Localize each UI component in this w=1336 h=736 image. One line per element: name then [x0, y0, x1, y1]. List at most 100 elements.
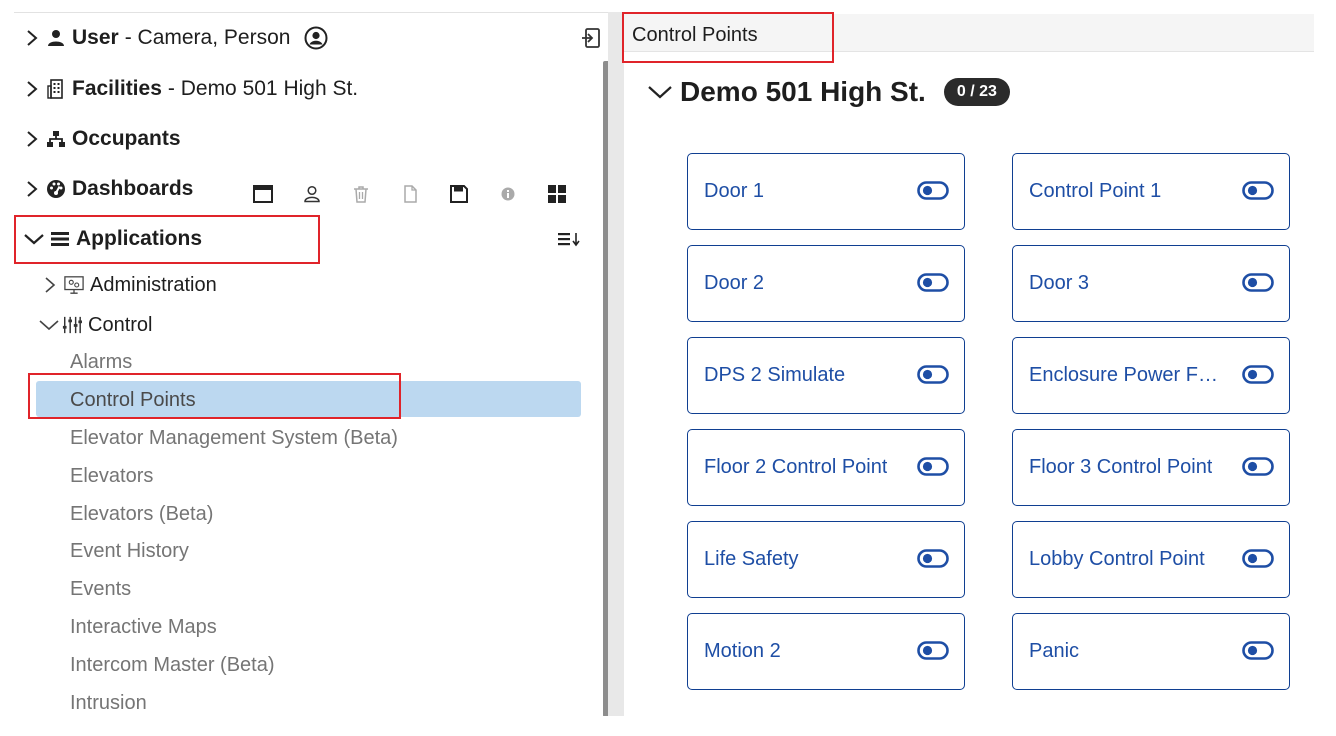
- tree-item-interactive-maps[interactable]: Interactive Maps: [70, 612, 217, 642]
- facility-group-title: Demo 501 High St.: [680, 76, 926, 107]
- gauge-icon: [46, 179, 66, 199]
- toggle-icon[interactable]: [917, 365, 949, 384]
- facility-group-header[interactable]: Demo 501 High St. 0 / 23: [648, 74, 1010, 110]
- count-badge: 0 / 23: [943, 78, 1010, 106]
- control-point-card[interactable]: Enclosure Power F…: [1012, 337, 1290, 414]
- exit-panel-button[interactable]: [580, 27, 602, 49]
- control-point-card[interactable]: Door 1: [687, 153, 965, 230]
- tree-item-elevators[interactable]: Elevators: [70, 461, 153, 491]
- control-point-label: Motion 2: [704, 640, 781, 662]
- tree-item-elevators-beta[interactable]: Elevators (Beta): [70, 499, 213, 529]
- toggle-icon[interactable]: [917, 457, 949, 476]
- highlight-box-control-points: [28, 373, 401, 419]
- control-point-label: Door 1: [704, 180, 765, 202]
- control-point-card[interactable]: Door 2: [687, 245, 965, 322]
- tree-item-intrusion[interactable]: Intrusion: [70, 688, 147, 716]
- tree-item-user-detail: - Camera, Person: [124, 26, 291, 49]
- panel-divider[interactable]: [608, 12, 624, 716]
- control-point-card[interactable]: Panic: [1012, 613, 1290, 690]
- save-button[interactable]: [446, 181, 472, 207]
- exit-icon: [582, 28, 600, 48]
- info-icon: [501, 187, 515, 201]
- tree-item-administration[interactable]: Administration: [42, 270, 217, 300]
- person-outline-icon: [304, 185, 320, 203]
- copy-button[interactable]: [397, 181, 423, 207]
- control-point-label: Life Safety: [704, 548, 799, 570]
- control-point-label: Door 3: [1029, 272, 1090, 294]
- chevron-right-icon[interactable]: [42, 277, 58, 293]
- user-circle-icon: [304, 26, 328, 50]
- person-icon: [46, 28, 66, 48]
- window-icon: [253, 185, 273, 203]
- toggle-icon[interactable]: [1242, 365, 1274, 384]
- copy-icon: [404, 185, 417, 203]
- sliders-icon: [62, 315, 82, 335]
- chevron-down-icon[interactable]: [648, 85, 672, 99]
- chevron-right-icon[interactable]: [24, 30, 40, 46]
- admin-monitor-icon: [64, 275, 84, 295]
- tree-item-control-label: Control: [88, 313, 153, 336]
- toggle-icon[interactable]: [917, 273, 949, 292]
- tree-item-user[interactable]: User - Camera, Person: [24, 23, 328, 53]
- toggle-icon[interactable]: [917, 181, 949, 200]
- org-chart-icon: [46, 129, 66, 149]
- control-point-card[interactable]: Door 3: [1012, 245, 1290, 322]
- grid-icon: [548, 185, 566, 203]
- tree-item-control[interactable]: Control: [38, 310, 152, 340]
- control-point-label: Door 2: [704, 272, 765, 294]
- tree-item-facilities[interactable]: Facilities - Demo 501 High St.: [24, 74, 358, 104]
- chevron-down-icon[interactable]: [38, 317, 60, 333]
- toggle-icon[interactable]: [1242, 273, 1274, 292]
- control-point-card[interactable]: Control Point 1: [1012, 153, 1290, 230]
- save-icon: [450, 185, 468, 203]
- tree-item-dashboards[interactable]: Dashboards: [24, 174, 193, 204]
- toggle-icon[interactable]: [917, 641, 949, 660]
- control-point-card[interactable]: Floor 2 Control Point: [687, 429, 965, 506]
- tree-toolbar: [250, 181, 593, 207]
- trash-icon: [354, 186, 368, 203]
- grid-button[interactable]: [544, 181, 570, 207]
- toggle-icon[interactable]: [1242, 641, 1274, 660]
- window-button[interactable]: [250, 181, 276, 207]
- control-point-card[interactable]: DPS 2 Simulate: [687, 337, 965, 414]
- control-point-card[interactable]: Life Safety: [687, 521, 965, 598]
- tree-item-administration-label: Administration: [90, 273, 217, 296]
- toggle-icon[interactable]: [1242, 181, 1274, 200]
- tree-item-dashboards-label: Dashboards: [72, 177, 194, 200]
- chevron-right-icon[interactable]: [24, 81, 40, 97]
- control-point-label: DPS 2 Simulate: [704, 364, 846, 386]
- highlight-box-tab: [622, 12, 834, 63]
- control-point-label: Panic: [1029, 640, 1080, 662]
- control-point-card[interactable]: Lobby Control Point: [1012, 521, 1290, 598]
- tree-item-event-history[interactable]: Event History: [70, 536, 189, 566]
- sort-list-icon: [558, 233, 580, 247]
- delete-button[interactable]: [348, 181, 374, 207]
- person-button[interactable]: [299, 181, 325, 207]
- tree-item-elevator-management-system[interactable]: Elevator Management System (Beta): [70, 423, 398, 453]
- chevron-right-icon[interactable]: [24, 131, 40, 147]
- sort-button[interactable]: [556, 227, 582, 251]
- control-point-label: Lobby Control Point: [1029, 548, 1205, 570]
- chevron-right-icon[interactable]: [24, 181, 40, 197]
- tree-item-user-label: User: [72, 26, 119, 49]
- tree-item-facilities-detail: - Demo 501 High St.: [167, 77, 359, 100]
- control-point-label: Control Point 1: [1029, 180, 1162, 202]
- control-point-label: Floor 3 Control Point: [1029, 456, 1213, 478]
- tree-item-occupants-label: Occupants: [72, 127, 181, 150]
- control-point-label: Floor 2 Control Point: [704, 456, 888, 478]
- app-root: User - Camera, Person Facilities - Demo …: [0, 0, 1336, 736]
- toggle-icon[interactable]: [917, 549, 949, 568]
- control-point-card[interactable]: Floor 3 Control Point: [1012, 429, 1290, 506]
- toggle-icon[interactable]: [1242, 457, 1274, 476]
- info-button[interactable]: [495, 181, 521, 207]
- content-panel: Control Points Demo 501 High St. 0 / 23 …: [622, 12, 1314, 716]
- building-icon: [46, 79, 66, 99]
- highlight-box-applications: [14, 215, 320, 264]
- control-point-card[interactable]: Motion 2: [687, 613, 965, 690]
- tree-item-events[interactable]: Events: [70, 574, 131, 604]
- tree-item-intercom-master[interactable]: Intercom Master (Beta): [70, 650, 275, 680]
- tree-item-occupants[interactable]: Occupants: [24, 124, 181, 154]
- toggle-icon[interactable]: [1242, 549, 1274, 568]
- control-point-label: Enclosure Power F…: [1029, 364, 1218, 386]
- navigation-panel: User - Camera, Person Facilities - Demo …: [14, 12, 608, 716]
